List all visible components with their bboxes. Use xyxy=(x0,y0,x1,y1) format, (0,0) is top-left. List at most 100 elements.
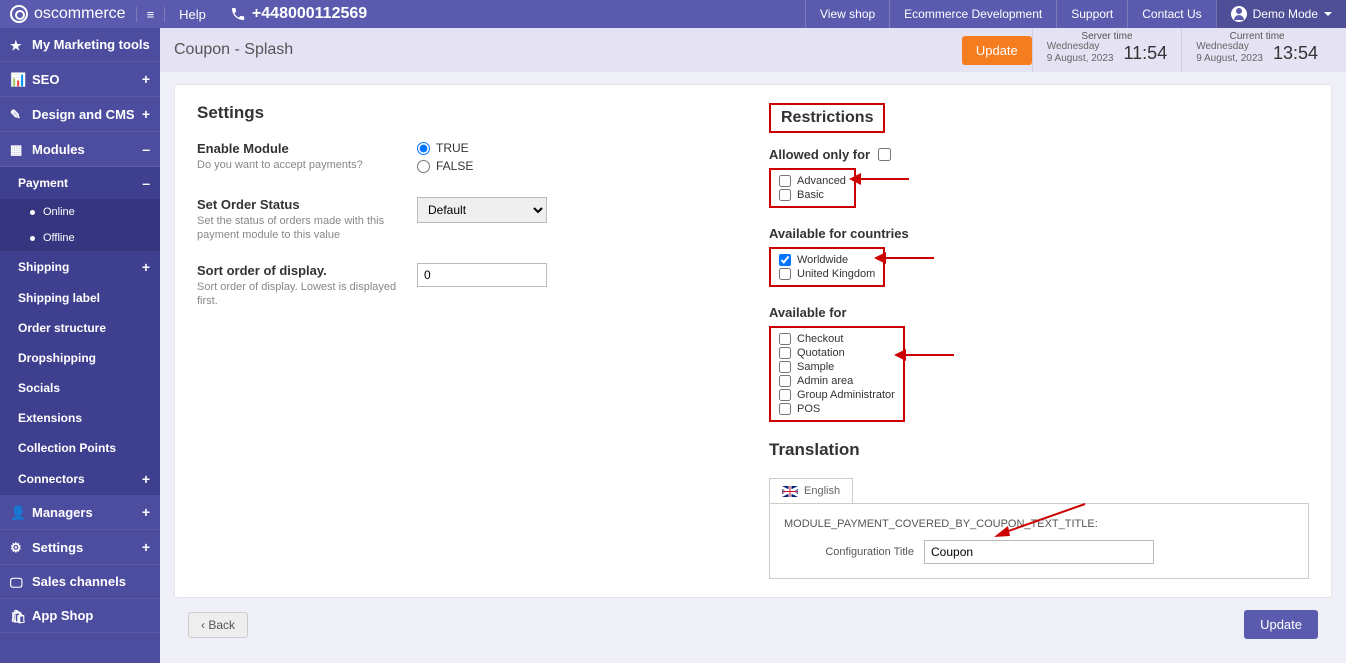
sort-order-title: Sort order of display. xyxy=(197,263,417,278)
view-shop-link[interactable]: View shop xyxy=(805,0,889,28)
nav-sales-channels[interactable]: 🖵Sales channels xyxy=(0,565,160,599)
nav-design-cms[interactable]: ✎Design and CMS+ xyxy=(0,97,160,132)
advanced-checkbox[interactable] xyxy=(779,175,791,187)
nav-label: Dropshipping xyxy=(18,351,96,365)
advanced-label: Advanced xyxy=(797,175,846,187)
plus-icon: + xyxy=(142,471,150,487)
nav-label: Payment xyxy=(18,176,68,190)
main-area: Coupon - Splash Update Server time Wedne… xyxy=(160,28,1346,663)
plus-icon: + xyxy=(142,106,150,122)
logo-icon xyxy=(10,5,28,23)
allowed-only-for-label: Allowed only for xyxy=(769,147,870,162)
restrictions-heading: Restrictions xyxy=(769,103,885,133)
pos-checkbox[interactable] xyxy=(779,403,791,415)
avatar-icon xyxy=(1231,6,1247,22)
dot-icon xyxy=(30,210,35,215)
pos-label: POS xyxy=(797,403,820,415)
brand-logo[interactable]: oscommerce xyxy=(0,5,136,23)
page-title: Coupon - Splash xyxy=(174,41,293,59)
update-button-bottom[interactable]: Update xyxy=(1244,610,1318,639)
sidebar: ★My Marketing tools 📊SEO+ ✎Design and CM… xyxy=(0,28,160,663)
order-status-help: Set the status of orders made with this … xyxy=(197,214,417,243)
uk-checkbox[interactable] xyxy=(779,268,791,280)
translation-heading: Translation xyxy=(769,440,1309,460)
update-button[interactable]: Update xyxy=(962,36,1032,65)
group-admin-label: Group Administrator xyxy=(797,389,895,401)
allowed-only-for-checkbox[interactable] xyxy=(878,148,891,161)
admin-area-checkbox[interactable] xyxy=(779,375,791,387)
back-button[interactable]: Back xyxy=(188,612,248,638)
nav-label: Managers xyxy=(32,505,93,520)
nav-dropshipping[interactable]: Dropshipping xyxy=(0,343,160,373)
nav-extensions[interactable]: Extensions xyxy=(0,403,160,433)
nav-shipping[interactable]: Shipping + xyxy=(0,251,160,283)
settings-panel: Settings Enable Module Do you want to ac… xyxy=(174,84,1332,598)
nav-app-shop[interactable]: 🛍App Shop xyxy=(0,599,160,633)
checkout-label: Checkout xyxy=(797,333,843,345)
dot-icon xyxy=(30,236,35,241)
demo-mode-menu[interactable]: Demo Mode xyxy=(1216,0,1346,28)
contact-us-link[interactable]: Contact Us xyxy=(1127,0,1215,28)
nav-managers[interactable]: 👤Managers+ xyxy=(0,495,160,530)
nav-modules[interactable]: ▦Modules– xyxy=(0,132,160,167)
nav-shipping-label[interactable]: Shipping label xyxy=(0,283,160,313)
translation-tab-english[interactable]: English xyxy=(769,478,853,503)
false-label: FALSE xyxy=(436,159,473,173)
top-bar: oscommerce ≡ Help +448000112569 View sho… xyxy=(0,0,1346,28)
tab-label: English xyxy=(804,485,840,497)
nav-settings[interactable]: ⚙Settings+ xyxy=(0,530,160,565)
nav-socials[interactable]: Socials xyxy=(0,373,160,403)
sort-order-help: Sort order of display. Lowest is display… xyxy=(197,280,417,309)
enable-module-help: Do you want to accept payments? xyxy=(197,158,417,172)
enable-false-radio[interactable] xyxy=(417,160,430,173)
support-link[interactable]: Support xyxy=(1056,0,1127,28)
nav-collection-points[interactable]: Collection Points xyxy=(0,433,160,463)
enable-true-radio[interactable] xyxy=(417,142,430,155)
nav-label: Connectors xyxy=(18,472,85,486)
enable-module-title: Enable Module xyxy=(197,141,417,156)
plus-icon: + xyxy=(142,539,150,555)
phone-link[interactable]: +448000112569 xyxy=(220,5,377,23)
group-admin-checkbox[interactable] xyxy=(779,389,791,401)
current-time: 13:54 xyxy=(1273,43,1318,64)
order-status-title: Set Order Status xyxy=(197,197,417,212)
sample-checkbox[interactable] xyxy=(779,361,791,373)
worldwide-checkbox[interactable] xyxy=(779,254,791,266)
nav-connectors[interactable]: Connectors + xyxy=(0,463,160,495)
menu-toggle[interactable]: ≡ xyxy=(136,7,166,22)
uk-flag-icon xyxy=(782,486,798,497)
nav-payment[interactable]: Payment– xyxy=(0,167,160,199)
server-day: Wednesday xyxy=(1047,41,1114,53)
caret-down-icon xyxy=(1324,12,1332,16)
nav-payment-offline[interactable]: Offline xyxy=(0,225,160,251)
current-time-block: Current time Wednesday9 August, 2023 13:… xyxy=(1181,28,1332,72)
ecommerce-dev-link[interactable]: Ecommerce Development xyxy=(889,0,1056,28)
worldwide-label: Worldwide xyxy=(797,254,848,266)
settings-heading: Settings xyxy=(197,103,739,123)
sort-order-input[interactable] xyxy=(417,263,547,287)
nav-label: Order structure xyxy=(18,321,106,335)
server-time: 11:54 xyxy=(1124,43,1168,64)
arrow-annotation-icon xyxy=(990,502,1090,542)
true-label: TRUE xyxy=(436,141,469,155)
help-link[interactable]: Help xyxy=(165,7,220,22)
nav-label: Shipping xyxy=(18,260,69,274)
nav-label: Offline xyxy=(43,232,75,244)
checkout-checkbox[interactable] xyxy=(779,333,791,345)
plus-icon: + xyxy=(142,259,150,275)
phone-icon xyxy=(230,6,246,22)
config-title-input[interactable] xyxy=(924,540,1154,564)
nav-label: Socials xyxy=(18,381,60,395)
nav-marketing-tools[interactable]: ★My Marketing tools xyxy=(0,28,160,62)
config-title-label: Configuration Title xyxy=(784,546,924,558)
uk-label: United Kingdom xyxy=(797,268,875,280)
nav-seo[interactable]: 📊SEO+ xyxy=(0,62,160,97)
plus-icon: + xyxy=(142,504,150,520)
server-date: 9 August, 2023 xyxy=(1047,53,1114,65)
available-for-label: Available for xyxy=(769,305,1309,320)
basic-checkbox[interactable] xyxy=(779,189,791,201)
order-status-select[interactable]: Default xyxy=(417,197,547,223)
nav-order-structure[interactable]: Order structure xyxy=(0,313,160,343)
quotation-checkbox[interactable] xyxy=(779,347,791,359)
nav-payment-online[interactable]: Online xyxy=(0,199,160,225)
